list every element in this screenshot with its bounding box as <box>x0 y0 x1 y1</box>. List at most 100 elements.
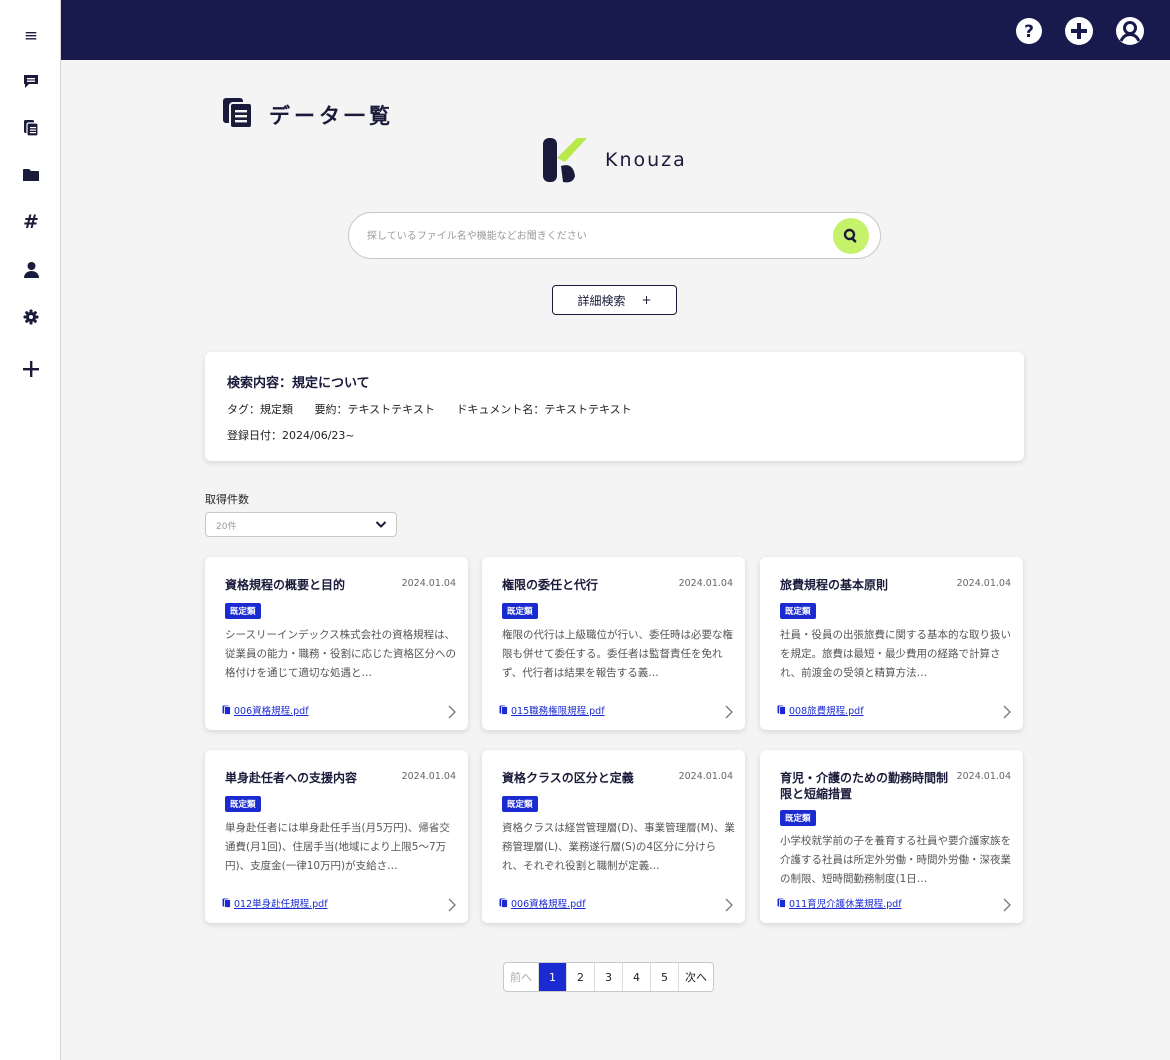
file-name: 008旅費規程.pdf <box>789 706 864 717</box>
search-icon <box>843 228 857 243</box>
document-card[interactable]: 単身赴任者への支援内容 2024.01.04 既定類単身赴任者には単身赴任手当(月5… <box>205 750 468 923</box>
search-criteria-panel: 検索内容：規定について タグ：規定類 要約：テキストテキスト ドキュメント名：テ… <box>205 352 1024 461</box>
help-icon[interactable]: ? <box>1014 16 1044 46</box>
card-date: 2024.01.04 <box>678 578 733 589</box>
file-link[interactable]: 012単身赴任規程.pdf <box>222 896 328 910</box>
criteria-doc-name: ドキュメント名：テキストテキスト <box>456 403 632 416</box>
card-date: 2024.01.04 <box>401 771 456 782</box>
file-icon <box>499 705 508 715</box>
knouza-logo-mark <box>543 138 587 183</box>
criteria-date: 登録日付：2024/06/23~ <box>227 429 355 442</box>
card-summary: 社員・役員の出張旅費に関する基本的な取り扱いを規定。旅費は最短・最少費用の経路で… <box>780 629 1011 679</box>
category-badge: 既定類 <box>225 603 261 619</box>
file-link[interactable]: 008旅費規程.pdf <box>777 703 864 717</box>
chevron-right-icon[interactable] <box>723 704 735 720</box>
category-badge: 既定類 <box>225 796 261 812</box>
main-content: データ一覧 Knouza 詳細検索 + 検索内容：規定について タグ：規定類 要… <box>61 60 1170 1060</box>
page-button-1[interactable]: 1 <box>539 963 567 991</box>
file-link[interactable]: 006資格規程.pdf <box>222 703 309 717</box>
file-link[interactable]: 006資格規程.pdf <box>499 896 586 910</box>
page-button-2[interactable]: 2 <box>567 963 595 991</box>
menu-icon[interactable]: ≡ <box>19 24 43 48</box>
criteria-tag: タグ：規定類 <box>227 403 293 416</box>
chevron-right-icon[interactable] <box>446 897 458 913</box>
file-icon <box>777 705 786 715</box>
card-title: 権限の委任と代行 <box>502 578 599 592</box>
card-title: 旅費規程の基本原則 <box>780 578 889 592</box>
file-name: 015職務権限規程.pdf <box>511 706 605 717</box>
add-icon[interactable] <box>1064 16 1094 46</box>
count-label: 取得件数 <box>205 493 249 506</box>
page-title: データ一覧 <box>269 104 394 128</box>
chevron-down-icon <box>375 521 387 528</box>
card-summary: 権限の代行は上級職位が行い、委任時は必要な権限も併せて委任する。委任者は監督責任… <box>502 629 733 679</box>
category-badge: 既定類 <box>780 810 816 826</box>
prev-page-button[interactable]: 前へ <box>504 963 539 991</box>
count-select[interactable]: 20件 <box>205 512 397 537</box>
card-title: 資格規程の概要と目的 <box>225 578 346 592</box>
pagination: 前へ 1 2 3 4 5 次へ <box>503 962 714 992</box>
criteria-details: タグ：規定類 要約：テキストテキスト ドキュメント名：テキストテキスト <box>227 401 1002 417</box>
card-title: 単身赴任者への支援内容 <box>225 771 358 785</box>
hashtag-glyph: # <box>23 211 39 233</box>
chevron-right-icon[interactable] <box>1001 897 1013 913</box>
chat-icon[interactable] <box>19 69 43 93</box>
search-bar <box>348 212 881 259</box>
gear-icon[interactable] <box>19 305 43 329</box>
file-icon <box>777 898 786 908</box>
file-link[interactable]: 015職務権限規程.pdf <box>499 703 605 717</box>
page-header: データ一覧 <box>221 96 394 134</box>
card-summary: 小学校就学前の子を養育する社員や要介護家族を介護する社員は所定外労働・時間外労働… <box>780 835 1011 885</box>
card-summary: 単身赴任者には単身赴任手当(月5万円)、帰省交通費(月1回)、住居手当(地域によ… <box>225 822 450 872</box>
document-card[interactable]: 資格規程の概要と目的 2024.01.04 既定類シースリーインデックス株式会社の資… <box>205 557 468 730</box>
category-badge: 既定類 <box>502 796 538 812</box>
documents-icon[interactable] <box>19 116 43 140</box>
logo-text: Knouza <box>605 149 687 171</box>
plus-icon[interactable] <box>19 357 43 381</box>
user-icon[interactable] <box>19 257 43 281</box>
hashtag-icon[interactable]: # <box>19 210 43 234</box>
search-input[interactable] <box>367 225 807 247</box>
chevron-right-icon[interactable] <box>446 704 458 720</box>
category-badge: 既定類 <box>502 603 538 619</box>
card-date: 2024.01.04 <box>678 771 733 782</box>
card-summary: シースリーインデックス株式会社の資格規程は、従業員の能力・職務・役割に応じた資格… <box>225 629 456 679</box>
criteria-title: 検索内容：規定について <box>227 376 370 391</box>
card-title: 育児・介護のための勤務時間制限と短縮措置 <box>780 771 949 801</box>
file-name: 011育児介護休業規程.pdf <box>789 899 902 910</box>
file-name: 006資格規程.pdf <box>511 899 586 910</box>
card-date: 2024.01.04 <box>401 578 456 589</box>
top-bar: ? <box>61 0 1170 60</box>
file-icon <box>499 898 508 908</box>
folder-icon[interactable] <box>19 163 43 187</box>
page-button-3[interactable]: 3 <box>595 963 623 991</box>
page-button-5[interactable]: 5 <box>651 963 679 991</box>
category-badge: 既定類 <box>780 603 816 619</box>
file-name: 006資格規程.pdf <box>234 706 309 717</box>
sidebar: ≡ # <box>0 0 61 1060</box>
search-button[interactable] <box>833 218 869 254</box>
logo: Knouza <box>541 136 687 184</box>
menu-glyph: ≡ <box>23 26 39 46</box>
next-page-button[interactable]: 次へ <box>679 963 713 991</box>
svg-text:?: ? <box>1024 22 1034 42</box>
file-icon <box>222 705 231 715</box>
count-value: 20件 <box>216 522 237 532</box>
page-button-4[interactable]: 4 <box>623 963 651 991</box>
chevron-right-icon[interactable] <box>723 897 735 913</box>
chevron-right-icon[interactable] <box>1001 704 1013 720</box>
advanced-search-label: 詳細検索 <box>577 293 626 308</box>
plus-icon: + <box>641 293 652 307</box>
card-date: 2024.01.04 <box>956 771 1011 782</box>
card-summary: 資格クラスは経営管理層(D)、事業管理層(M)、業務管理層(L)、業務遂行層(S… <box>502 822 735 872</box>
account-icon[interactable] <box>1115 16 1145 46</box>
criteria-summary: 要約：テキストテキスト <box>314 403 435 416</box>
advanced-search-button[interactable]: 詳細検索 + <box>552 285 677 315</box>
file-name: 012単身赴任規程.pdf <box>234 899 328 910</box>
document-card[interactable]: 育児・介護のための勤務時間制限と短縮措置 2024.01.04 既定類小学校就学前の… <box>760 750 1023 923</box>
documents-icon <box>221 96 255 134</box>
document-card[interactable]: 資格クラスの区分と定義 2024.01.04 既定類 資格クラスは経営管理層(D)、事… <box>482 750 745 923</box>
file-link[interactable]: 011育児介護休業規程.pdf <box>777 896 902 910</box>
document-card[interactable]: 権限の委任と代行 2024.01.04 既定類権限の代行は上級職位が行い、委任時は必… <box>482 557 745 730</box>
document-card[interactable]: 旅費規程の基本原則 2024.01.04 既定類 社員・役員の出張旅費に関する基本的な… <box>760 557 1023 730</box>
